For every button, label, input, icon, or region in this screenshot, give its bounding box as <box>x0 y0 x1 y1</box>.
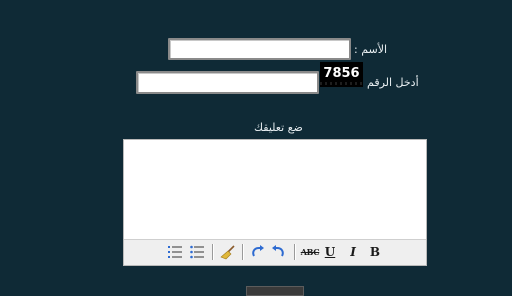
bullet-list-icon[interactable] <box>189 244 205 260</box>
captcha-code: 7856 <box>323 66 360 81</box>
captcha-noise <box>320 82 363 85</box>
toolbar-divider <box>294 244 296 260</box>
numbered-list-icon[interactable] <box>167 244 183 260</box>
captcha-input[interactable] <box>136 71 319 94</box>
comment-editor: ABC U I B <box>123 139 427 266</box>
italic-button[interactable]: I <box>345 244 361 260</box>
broom-icon[interactable] <box>220 244 236 260</box>
toolbar-divider <box>242 244 244 260</box>
redo-icon[interactable] <box>250 244 266 260</box>
bold-button[interactable]: B <box>367 244 383 260</box>
comment-label: ضع تعليقك <box>254 121 303 134</box>
toolbar-divider <box>212 244 214 260</box>
underline-button[interactable]: U <box>322 244 338 260</box>
editor-toolbar: ABC U I B <box>124 239 426 265</box>
name-input[interactable] <box>168 38 351 60</box>
captcha-label: أدخل الرقم <box>367 76 419 89</box>
name-label: الأسم : <box>354 43 388 56</box>
strikethrough-button[interactable]: ABC <box>300 244 320 260</box>
comment-textarea[interactable] <box>124 140 426 241</box>
submit-button[interactable] <box>246 286 304 296</box>
captcha-image: 7856 <box>320 62 363 87</box>
undo-icon[interactable] <box>270 244 286 260</box>
